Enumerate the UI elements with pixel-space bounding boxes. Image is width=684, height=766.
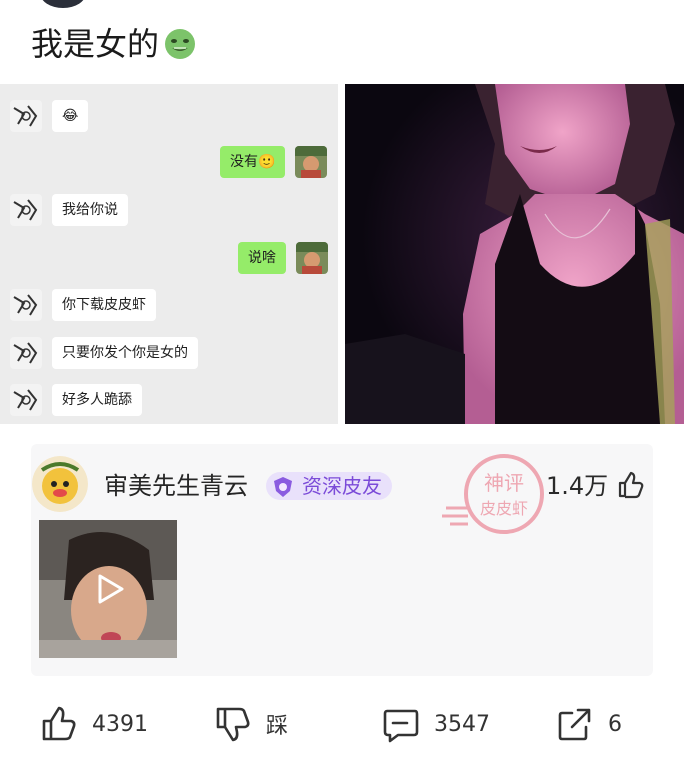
thumbs-up-icon[interactable] [616, 470, 646, 500]
dislike-button[interactable]: 踩 [214, 704, 288, 744]
chat-message-left: 只要你发个你是女的 [10, 337, 198, 369]
play-icon[interactable] [92, 572, 126, 606]
share-button[interactable]: 6 [556, 704, 622, 744]
dislike-label: 踩 [266, 714, 289, 739]
comment-count: 3547 [434, 711, 490, 737]
share-count: 6 [608, 711, 622, 737]
nauseated-face-icon [165, 29, 196, 59]
like-button[interactable]: 4391 [40, 704, 148, 744]
post-title-text: 我是女的 [31, 25, 160, 63]
thumbs-down-icon [216, 707, 250, 742]
stamp-text-sub: 皮皮虾 [480, 499, 528, 518]
chat-bubble: 好多人跪舔 [52, 384, 142, 416]
post-title: 我是女的 [31, 24, 197, 64]
chat-message-left: 好多人跪舔 [10, 384, 142, 416]
thumbs-up-icon [42, 706, 76, 741]
stamp-text-main: 神评 [484, 471, 524, 495]
god-comment-stamp: 神评 皮皮虾 [442, 454, 544, 534]
cartoon-avatar-icon [10, 100, 42, 132]
comment-button[interactable]: 3547 [382, 704, 490, 744]
poster-avatar[interactable] [40, 0, 86, 8]
photo-avatar-icon [295, 146, 328, 178]
photo-avatar-icon [296, 242, 328, 274]
cartoon-avatar-icon [10, 384, 42, 416]
post-photo[interactable] [345, 84, 684, 424]
chat-bubble: 我给你说 [52, 194, 128, 226]
chat-screenshot: 😂 没有🙂 我给你说 说啥 你下载皮皮虾 只要你发个你是女的 好多人跪舔 [0, 84, 338, 424]
cartoon-avatar-icon [10, 194, 42, 226]
chat-bubble: 你下载皮皮虾 [52, 289, 156, 321]
chat-message-left: 你下载皮皮虾 [10, 289, 156, 321]
chat-message-left: 😂 [10, 100, 89, 132]
chat-bubble: 只要你发个你是女的 [52, 337, 198, 369]
chat-message-right: 说啥 [238, 242, 328, 274]
chat-message-right: 没有🙂 [220, 146, 328, 178]
commenter-avatar[interactable] [32, 456, 88, 512]
comment-icon [383, 709, 419, 743]
commenter-name[interactable]: 审美先生青云 [104, 470, 248, 502]
cartoon-avatar-icon [10, 337, 42, 369]
cartoon-avatar-icon [10, 289, 42, 321]
comment-like-count: 1.4万 [546, 472, 609, 500]
chat-message-left: 我给你说 [10, 194, 128, 226]
share-icon [558, 708, 591, 741]
chat-bubble: 没有🙂 [220, 146, 286, 178]
like-count: 4391 [92, 711, 148, 737]
chat-bubble: 说啥 [238, 242, 286, 274]
shield-badge-icon [274, 477, 292, 497]
selfie-image [345, 84, 684, 424]
chat-bubble: 😂 [52, 100, 89, 132]
